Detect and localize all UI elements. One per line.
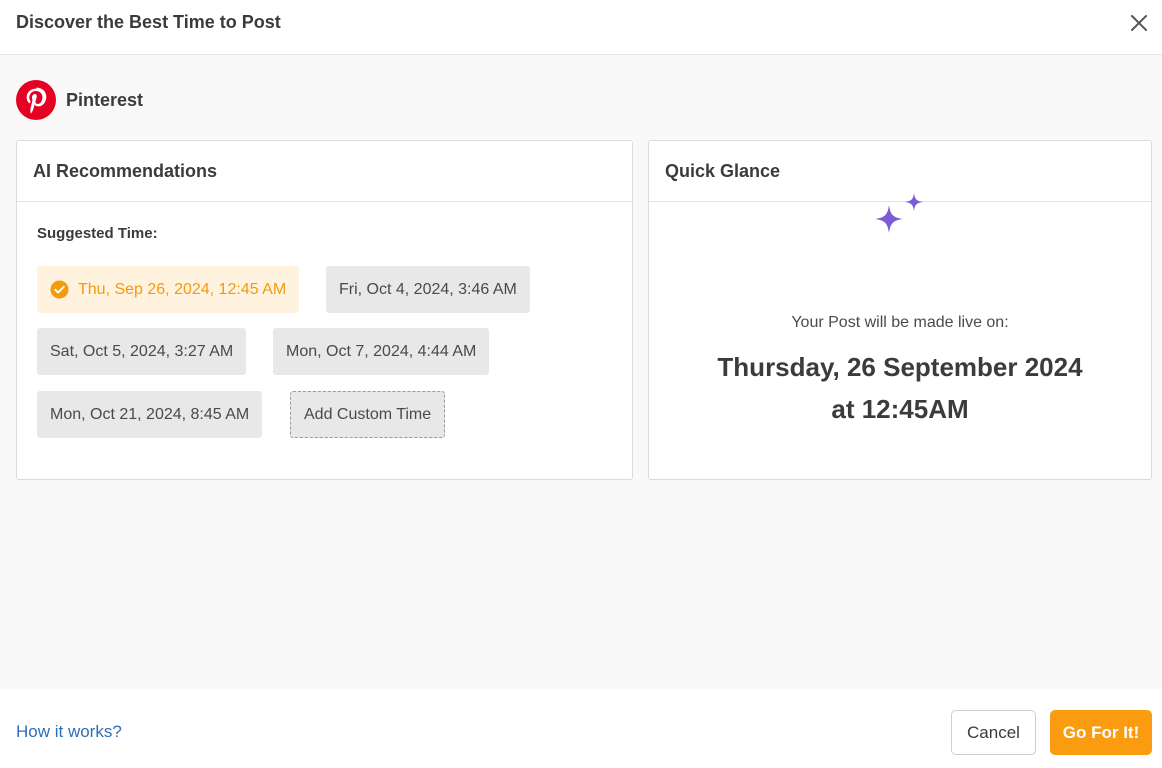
- time-slot-label: Sat, Oct 5, 2024, 3:27 AM: [50, 342, 234, 360]
- time-slot-label: Fri, Oct 4, 2024, 3:46 AM: [339, 280, 517, 298]
- dialog-header: Discover the Best Time to Post: [0, 0, 1162, 55]
- time-slot-option[interactable]: Mon, Oct 7, 2024, 4:44 AM: [273, 328, 490, 375]
- time-slot-option[interactable]: Mon, Oct 21, 2024, 8:45 AM: [37, 391, 263, 438]
- scheduled-date-day: Thursday, 26 September 2024: [717, 352, 1083, 382]
- how-it-works-link[interactable]: How it works?: [16, 722, 122, 742]
- ai-recommendations-title: AI Recommendations: [17, 141, 632, 202]
- scheduled-date-time: at 12:45AM: [831, 394, 969, 424]
- dialog-body: Pinterest AI Recommendations Suggested T…: [0, 55, 1162, 689]
- go-for-it-button[interactable]: Go For It!: [1050, 710, 1152, 755]
- ai-recommendations-card: AI Recommendations Suggested Time: Thu, …: [16, 140, 633, 480]
- close-icon: [1131, 15, 1147, 31]
- suggested-time-label: Suggested Time:: [37, 225, 158, 242]
- time-slot-label: Mon, Oct 21, 2024, 8:45 AM: [50, 405, 250, 423]
- check-circle-icon: [50, 280, 69, 299]
- close-button[interactable]: [1128, 12, 1150, 34]
- live-on-text: Your Post will be made live on:: [791, 314, 1009, 331]
- dialog-footer: How it works? Cancel Go For It!: [0, 689, 1162, 768]
- time-slot-label: Mon, Oct 7, 2024, 4:44 AM: [286, 342, 477, 360]
- time-slot-option[interactable]: Thu, Sep 26, 2024, 12:45 AM: [37, 266, 300, 313]
- platform-header: Pinterest: [16, 80, 143, 120]
- dialog-title: Discover the Best Time to Post: [16, 12, 281, 32]
- sparkle-icon: [875, 193, 923, 233]
- cancel-button[interactable]: Cancel: [951, 710, 1036, 755]
- pinterest-logo-icon: [16, 80, 56, 120]
- scheduled-date: Thursday, 26 September 2024 at 12:45AM: [649, 346, 1151, 430]
- time-slot-option[interactable]: Fri, Oct 4, 2024, 3:46 AM: [326, 266, 530, 313]
- add-custom-time-label: Add Custom Time: [304, 405, 432, 423]
- time-slot-label: Thu, Sep 26, 2024, 12:45 AM: [78, 280, 287, 298]
- time-slot-option[interactable]: Sat, Oct 5, 2024, 3:27 AM: [37, 328, 247, 375]
- quick-glance-card: Quick Glance Your Post will be made live…: [648, 140, 1152, 480]
- add-custom-time-button[interactable]: Add Custom Time: [290, 391, 446, 438]
- platform-name: Pinterest: [66, 89, 144, 110]
